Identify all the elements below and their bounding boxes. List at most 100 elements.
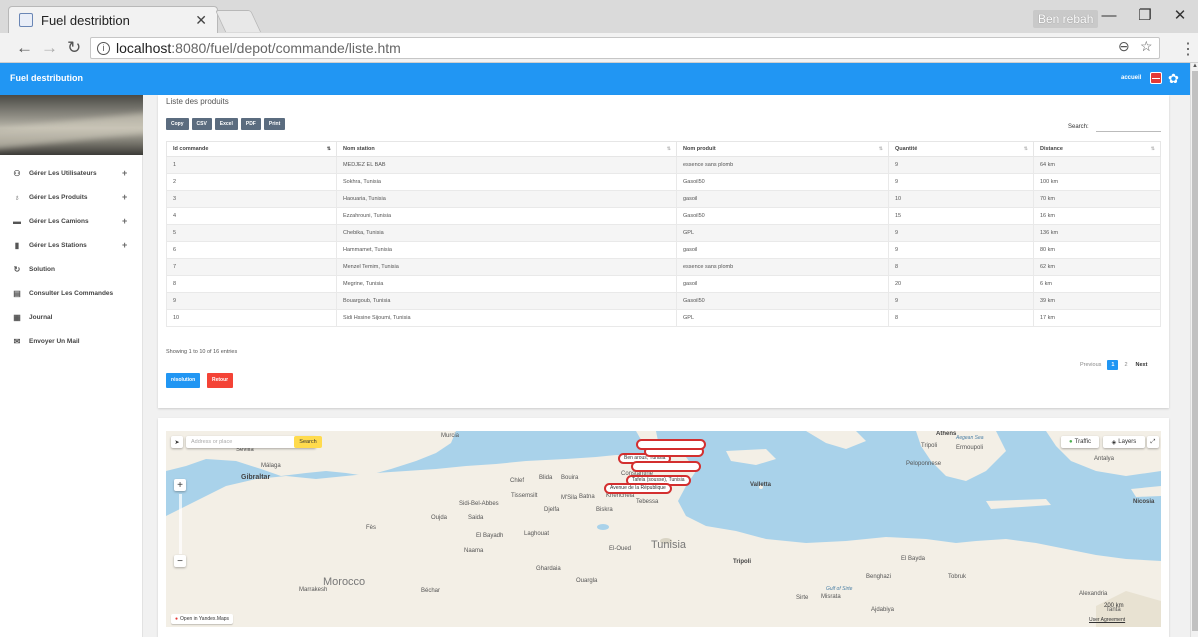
- fullscreen-icon[interactable]: ⤢: [1147, 436, 1159, 448]
- pager-next[interactable]: Next: [1136, 362, 1148, 368]
- map-label: Oujda: [431, 515, 448, 521]
- app-title[interactable]: Fuel destribution: [10, 73, 83, 83]
- maximize-button[interactable]: ❐: [1131, 6, 1159, 26]
- map-label: Tripoli: [921, 443, 938, 449]
- map-label: Misrata: [821, 594, 841, 600]
- sidebar-item-utilisateurs[interactable]: ⚇ Gérer Les Utilisateurs +: [0, 161, 142, 185]
- table-row[interactable]: 4 Ezzahrouni, Tunisia Gasoil50 15 16 km: [166, 207, 1161, 225]
- expand-plus-icon[interactable]: +: [122, 192, 127, 202]
- table-cell: 9: [888, 173, 1034, 191]
- expand-plus-icon[interactable]: +: [122, 240, 127, 250]
- table-cell: 64 km: [1033, 156, 1161, 174]
- map-marker[interactable]: Avenue de la République: [604, 483, 672, 494]
- scrollbar-thumb[interactable]: [1192, 71, 1198, 631]
- products-table: Id commande ⇅ Nom station ⇅ Nom produit ⇅ Q…: [166, 141, 1161, 327]
- sidebar-menu: ⚇ Gérer Les Utilisateurs + ♁ Gérer Les P…: [0, 161, 142, 353]
- sidebar-item-journal[interactable]: ▦ Journal: [0, 305, 142, 329]
- column-header-distance[interactable]: Distance ⇅: [1033, 141, 1161, 157]
- sidebar-item-commandes[interactable]: ▤ Consulter Les Commandes: [0, 281, 142, 305]
- map-marker[interactable]: [636, 439, 706, 450]
- column-header-quantite[interactable]: Quantité ⇅: [888, 141, 1034, 157]
- table-cell: 70 km: [1033, 190, 1161, 208]
- map-label: Alexandria: [1079, 591, 1108, 597]
- column-header-produit[interactable]: Nom produit ⇅: [676, 141, 889, 157]
- forward-arrow-icon[interactable]: →: [41, 38, 58, 58]
- geolocation-icon[interactable]: ➤: [171, 436, 183, 448]
- table-row[interactable]: 2 Sokhra, Tunisia Gasoil50 9 100 km: [166, 173, 1161, 191]
- page-scrollbar[interactable]: ▲: [1190, 63, 1198, 637]
- window-close-button[interactable]: ✕: [1166, 6, 1194, 26]
- column-header-station[interactable]: Nom station ⇅: [336, 141, 677, 157]
- sidebar-item-mail[interactable]: ✉ Envoyer Un Mail: [0, 329, 142, 353]
- column-header-id[interactable]: Id commande ⇅: [166, 141, 337, 157]
- zoom-icon[interactable]: ⊖: [1118, 38, 1130, 55]
- table-row[interactable]: 10 Sidi Hssine Sijoumi, Tunisia GPL 8 17 km: [166, 309, 1161, 327]
- url-host: localhost: [116, 40, 172, 56]
- pager-page-1[interactable]: 1: [1107, 360, 1119, 370]
- expand-plus-icon[interactable]: +: [122, 216, 127, 226]
- calendar-icon[interactable]: [1150, 72, 1162, 84]
- site-info-icon[interactable]: i: [97, 41, 110, 55]
- table-cell: 62 km: [1033, 258, 1161, 276]
- expand-plus-icon[interactable]: +: [122, 168, 127, 178]
- map-view[interactable]: Murcia Sevilla Málaga Gibraltar Mar de A…: [166, 431, 1161, 627]
- table-search-input[interactable]: [1096, 121, 1161, 132]
- terms-link[interactable]: User Agreement: [1089, 617, 1125, 623]
- map-label: Morocco: [323, 576, 366, 588]
- traffic-label: Traffic: [1074, 439, 1091, 445]
- browser-menu-icon[interactable]: ⋮: [1180, 39, 1196, 59]
- accueil-link[interactable]: accueil: [1121, 75, 1141, 81]
- csv-button[interactable]: CSV: [191, 118, 212, 130]
- open-yandex-link[interactable]: ● Open in Yandex.Maps: [171, 614, 234, 624]
- print-button[interactable]: Print: [263, 118, 286, 130]
- sidebar-item-camions[interactable]: ▬ Gérer Les Camions +: [0, 209, 142, 233]
- browser-titlebar: Fuel destribtion ✕ Ben rebah — ❐ ✕: [0, 0, 1198, 33]
- pager-page-2[interactable]: 2: [1124, 362, 1127, 368]
- new-tab-button[interactable]: [214, 10, 262, 32]
- map-label: Tissemsilt: [511, 493, 538, 499]
- sidebar-item-solution[interactable]: ↻ Solution: [0, 257, 142, 281]
- sidebar-item-produits[interactable]: ♁ Gérer Les Produits +: [0, 185, 142, 209]
- table-row[interactable]: 6 Hammamet, Tunisia gasoil 9 80 km: [166, 241, 1161, 259]
- bookmark-star-icon[interactable]: ☆: [1140, 38, 1153, 55]
- table-row[interactable]: 1 MEDJEZ EL BAB essence sans plomb 9 64 km: [166, 156, 1161, 174]
- layers-button[interactable]: ◈ Layers: [1103, 436, 1145, 448]
- url-bar[interactable]: i localhost:8080/fuel/depot/commande/lis…: [90, 37, 1160, 59]
- map-label: Biskra: [596, 507, 613, 513]
- page-favicon-icon: [19, 13, 33, 27]
- minimize-button[interactable]: —: [1095, 6, 1123, 26]
- browser-tab[interactable]: Fuel destribtion ✕: [8, 6, 218, 33]
- table-row[interactable]: 5 Chebika, Tunisia GPL 9 136 km: [166, 224, 1161, 242]
- zoom-slider[interactable]: [179, 494, 182, 554]
- reload-icon[interactable]: ↻: [67, 38, 81, 58]
- pager-previous[interactable]: Previous: [1080, 362, 1101, 368]
- map-label: Naama: [464, 548, 484, 554]
- table-row[interactable]: 8 Megrine, Tunisia gasoil 20 6 km: [166, 275, 1161, 293]
- map-label: El-Oued: [609, 546, 632, 552]
- map-label: Sidi-Bel-Abbes: [459, 501, 499, 507]
- zoom-out-button[interactable]: −: [174, 555, 186, 567]
- map-search-button[interactable]: Search: [294, 436, 322, 448]
- map-marker[interactable]: [631, 461, 701, 472]
- pdf-button[interactable]: PDF: [240, 118, 261, 130]
- table-cell: Gasoil50: [676, 292, 889, 310]
- excel-button[interactable]: Excel: [214, 118, 238, 130]
- copy-button[interactable]: Copy: [166, 118, 189, 130]
- browser-profile-name[interactable]: Ben rebah: [1033, 10, 1099, 28]
- retour-button[interactable]: Retour: [207, 373, 234, 388]
- table-row[interactable]: 7 Menzel Temim, Tunisia essence sans plomb…: [166, 258, 1161, 276]
- gear-icon[interactable]: ✿: [1168, 71, 1179, 87]
- table-cell: 16 km: [1033, 207, 1161, 225]
- map-label: Nicosia: [1133, 499, 1155, 505]
- scroll-up-arrow-icon[interactable]: ▲: [1192, 63, 1198, 69]
- table-row[interactable]: 9 Bouargoub, Tunisia Gasoil50 9 39 km: [166, 292, 1161, 310]
- back-arrow-icon[interactable]: ←: [16, 38, 33, 58]
- traffic-button[interactable]: ● Traffic: [1061, 436, 1099, 448]
- table-cell: gasoil: [676, 190, 889, 208]
- table-row[interactable]: 3 Haouaria, Tunisia gasoil 10 70 km: [166, 190, 1161, 208]
- tab-close-icon[interactable]: ✕: [195, 12, 207, 29]
- sidebar-item-stations[interactable]: ▮ Gérer Les Stations +: [0, 233, 142, 257]
- resolution-button[interactable]: résolution: [166, 373, 201, 388]
- zoom-in-button[interactable]: +: [174, 479, 186, 491]
- map-label: El Bayda: [901, 556, 926, 562]
